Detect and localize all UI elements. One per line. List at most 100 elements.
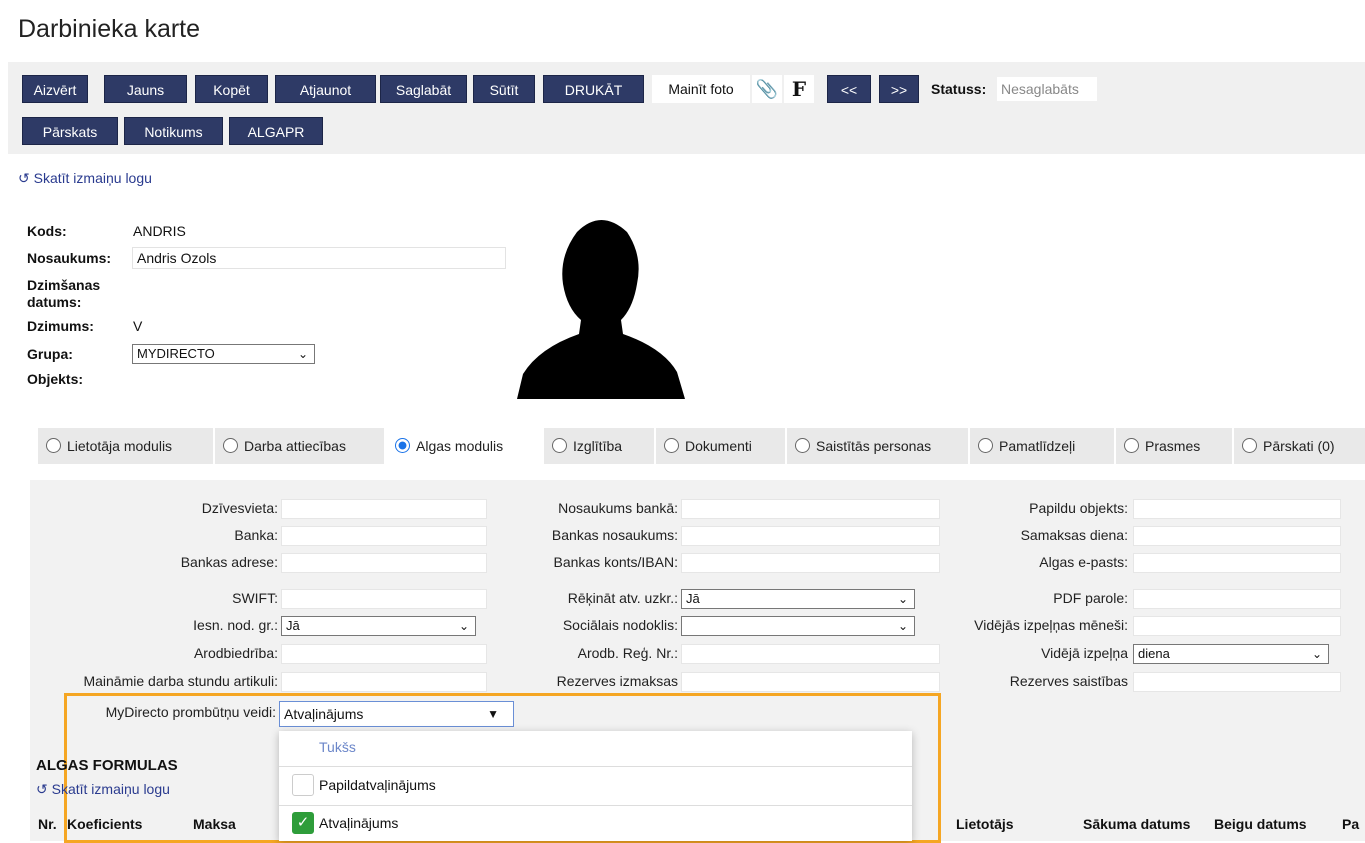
col-start-date: Sākuma datums	[1083, 816, 1191, 832]
col-price: Maksa	[193, 816, 236, 832]
attachment-icon[interactable]: 📎	[752, 75, 782, 103]
copy-button[interactable]: Kopēt	[195, 75, 268, 103]
history-icon: ↺	[18, 170, 30, 186]
dropdown-option[interactable]: Papildatvaļinājums	[319, 777, 436, 793]
prev-button[interactable]: <<	[827, 75, 871, 103]
col2-select[interactable]: Jā ⌄	[681, 589, 915, 609]
col1-input[interactable]	[281, 553, 487, 573]
col2-label: Arodb. Reģ. Nr.:	[577, 645, 678, 661]
col3-label: Papildu objekts:	[1029, 500, 1128, 516]
col3-input[interactable]	[1133, 526, 1341, 546]
iesn-group-select[interactable]: Jā ⌄	[281, 616, 476, 636]
print-button[interactable]: DRUKĀT	[543, 75, 644, 103]
gender-value: V	[133, 318, 143, 334]
col1-input[interactable]	[281, 589, 487, 609]
name-label: Nosaukums:	[27, 250, 112, 266]
tab-8[interactable]: Pārskati (0)	[1234, 428, 1365, 464]
col1-label: Arodbiedrība:	[193, 645, 278, 661]
overview-button[interactable]: Pārskats	[22, 117, 118, 145]
col3-label: Algas e-pasts:	[1039, 554, 1128, 570]
caret-down-icon: ▼	[487, 707, 499, 721]
tab-4[interactable]: Dokumenti	[656, 428, 785, 464]
col3-input[interactable]	[1133, 553, 1341, 573]
col1-label: Banka:	[234, 527, 278, 543]
tab-6[interactable]: Pamatlīdzeļi	[970, 428, 1114, 464]
avg-earnings-select[interactable]: diena ⌄	[1133, 644, 1329, 664]
gender-label: Dzimums:	[27, 318, 94, 334]
save-button[interactable]: Saglabāt	[380, 75, 467, 103]
chevron-down-icon: ⌄	[897, 592, 908, 606]
event-button[interactable]: Notikums	[124, 117, 223, 145]
radio-icon	[1124, 438, 1139, 453]
tab-0[interactable]: Lietotāja modulis	[38, 428, 213, 464]
col-user: Lietotājs	[956, 816, 1014, 832]
dropdown-empty-option[interactable]: Tukšs	[319, 739, 356, 755]
chevron-down-icon: ⌄	[1311, 647, 1322, 661]
chevron-down-icon: ⌄	[297, 347, 308, 361]
change-photo-button[interactable]: Mainīt foto	[652, 75, 750, 103]
col2-input[interactable]	[681, 553, 940, 573]
algapr-button[interactable]: ALGAPR	[229, 117, 323, 145]
tab-1[interactable]: Darba attiecības	[215, 428, 384, 464]
col3-input[interactable]	[1133, 589, 1341, 609]
col2-input[interactable]	[681, 672, 940, 692]
tab-3[interactable]: Izglītība	[544, 428, 654, 464]
radio-icon	[223, 438, 238, 453]
checkmark-icon[interactable]: ✓	[292, 812, 314, 834]
col3-label: Rezerves saistības	[1009, 673, 1128, 689]
profile-photo	[517, 212, 685, 399]
col2-label: Bankas konts/IBAN:	[553, 554, 678, 570]
col2-label: Rēķināt atv. uzkr.:	[567, 590, 678, 606]
chevron-down-icon: ⌄	[897, 619, 908, 633]
col3-input[interactable]	[1133, 672, 1341, 692]
col-more: Pa	[1342, 816, 1360, 832]
col2-input[interactable]	[681, 526, 940, 546]
dropdown-option[interactable]: Atvaļinājums	[319, 815, 398, 831]
radio-icon	[46, 438, 61, 453]
col3-label: Vidējā izpeļņa	[1041, 645, 1128, 661]
tab-5[interactable]: Saistītās personas	[787, 428, 968, 464]
send-button[interactable]: Sūtīt	[473, 75, 535, 103]
col1-label: Dzīvesvieta:	[201, 500, 278, 516]
option-checkbox[interactable]	[292, 774, 314, 796]
radio-icon	[395, 438, 410, 453]
page-title: Darbinieka karte	[18, 15, 201, 43]
birth-date-label: Dzimšanas datums:	[27, 277, 101, 310]
col2-input[interactable]	[681, 499, 940, 519]
radio-icon	[664, 438, 679, 453]
name-input[interactable]: Andris Ozols	[132, 247, 506, 269]
new-button[interactable]: Jauns	[104, 75, 187, 103]
f-button[interactable]: F	[784, 75, 814, 103]
col-end-date: Beigu datums	[1214, 816, 1307, 832]
col3-input[interactable]	[1133, 499, 1341, 519]
history-link[interactable]: ↺ Skatīt izmaiņu logu	[18, 170, 152, 187]
refresh-button[interactable]: Atjaunot	[275, 75, 376, 103]
col1-input[interactable]	[281, 672, 487, 692]
col3-label: Samaksas diena:	[1020, 527, 1128, 543]
radio-icon	[795, 438, 810, 453]
absence-types-select[interactable]: Atvaļinājums ▼	[279, 701, 514, 727]
col1-input[interactable]	[281, 526, 487, 546]
group-label: Grupa:	[27, 346, 73, 362]
group-select[interactable]: MYDIRECTO ⌄	[132, 344, 315, 364]
col2-label: Bankas nosaukums:	[551, 527, 678, 543]
col1-input[interactable]	[281, 499, 487, 519]
code-value: ANDRIS	[133, 223, 186, 239]
radio-icon	[552, 438, 567, 453]
tab-7[interactable]: Prasmes	[1116, 428, 1232, 464]
formulas-heading: ALGAS FORMULAS	[36, 757, 178, 774]
tab-2[interactable]: Algas modulis	[387, 428, 543, 464]
col2-input[interactable]	[681, 644, 940, 664]
col1-label: SWIFT:	[232, 590, 278, 606]
formulas-history-link[interactable]: ↺ Skatīt izmaiņu logu	[36, 781, 170, 798]
col1-label: Maināmie darba stundu artikuli:	[83, 673, 278, 689]
col-nr: Nr.	[38, 816, 57, 832]
next-button[interactable]: >>	[879, 75, 919, 103]
col2-select[interactable]: ⌄	[681, 616, 915, 636]
col3-input[interactable]	[1133, 616, 1341, 636]
close-button[interactable]: Aizvērt	[22, 75, 88, 103]
code-label: Kods:	[27, 223, 67, 239]
chevron-down-icon: ⌄	[458, 619, 469, 633]
absence-types-label: MyDirecto prombūtņu veidi:	[105, 704, 276, 720]
col1-input[interactable]	[281, 644, 487, 664]
